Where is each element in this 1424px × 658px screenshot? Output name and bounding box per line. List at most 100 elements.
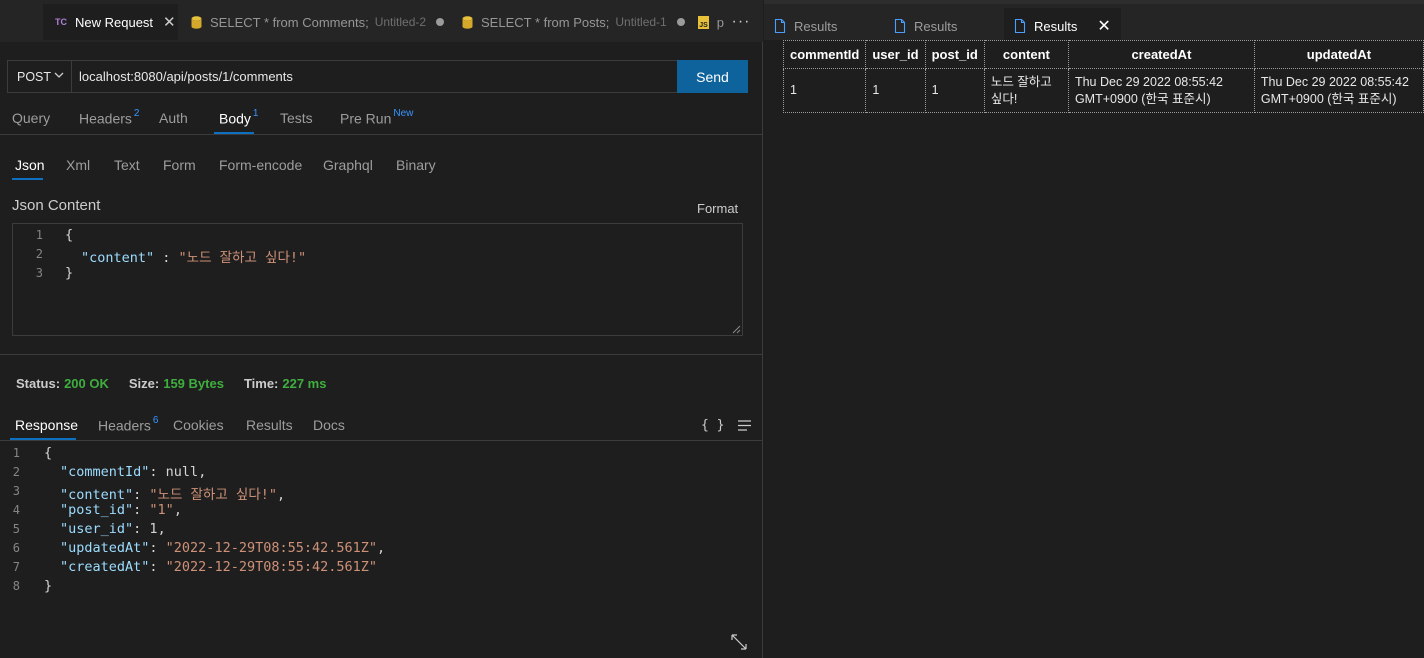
tab-js-file[interactable]: JS p bbox=[686, 4, 724, 40]
editor-tab-bar: TC New Request ✕ SELECT * from Comments;… bbox=[0, 0, 763, 42]
results-panel: Results Results Results ✕ commentId user… bbox=[764, 0, 1424, 658]
code-line: "content" : "노드 잘하고 싶다!" bbox=[81, 250, 307, 266]
database-icon bbox=[462, 15, 473, 29]
code-line: "createdAt": "2022-12-29T08:55:42.561Z" bbox=[60, 559, 377, 575]
url-bar: POST Send bbox=[7, 60, 748, 93]
request-panel: TC New Request ✕ SELECT * from Comments;… bbox=[0, 0, 763, 658]
table-cell: 노드 잘하고 싶다! bbox=[983, 68, 1069, 113]
table-cell: Thu Dec 29 2022 08:55:42 GMT+0900 (한국 표준… bbox=[1067, 68, 1255, 113]
line-number: 5 bbox=[12, 522, 20, 536]
divider bbox=[0, 440, 763, 441]
unsaved-dot-icon[interactable] bbox=[676, 18, 685, 26]
divider bbox=[0, 354, 763, 355]
tab-select-comments[interactable]: SELECT * from Comments; Untitled-2 bbox=[179, 4, 449, 40]
tab-results[interactable]: Results bbox=[246, 417, 293, 433]
tab-label: p bbox=[716, 14, 724, 30]
new-badge: New bbox=[393, 108, 414, 119]
status-value: 200 OK bbox=[64, 376, 109, 391]
close-tab-icon[interactable]: ✕ bbox=[1097, 16, 1110, 36]
word-wrap-icon[interactable] bbox=[737, 419, 752, 432]
code-line: { bbox=[44, 445, 53, 461]
send-button[interactable]: Send bbox=[677, 60, 748, 93]
tab-docs[interactable]: Docs bbox=[313, 417, 345, 433]
tab-response-headers[interactable]: Headers 6 bbox=[98, 415, 159, 434]
tab-results-1[interactable]: Results bbox=[764, 8, 882, 44]
tab-label: New Request bbox=[75, 14, 154, 30]
column-header[interactable]: content bbox=[983, 40, 1069, 69]
headers-count-badge: 2 bbox=[133, 108, 140, 119]
size-label: Size: bbox=[128, 376, 160, 391]
resize-handle-icon[interactable] bbox=[731, 324, 741, 334]
tab-label: Results bbox=[914, 18, 958, 34]
file-icon bbox=[894, 19, 906, 33]
body-type-text[interactable]: Text bbox=[114, 157, 140, 173]
table-header-row: commentId user_id post_id content create… bbox=[782, 40, 1424, 69]
column-header[interactable]: createdAt bbox=[1067, 40, 1255, 69]
time-label: Time: bbox=[243, 376, 279, 391]
tab-query[interactable]: Query bbox=[12, 110, 50, 126]
javascript-file-icon: JS bbox=[698, 15, 709, 29]
line-number: 1 bbox=[12, 446, 20, 460]
column-header[interactable]: commentId bbox=[782, 40, 867, 69]
tab-select-posts[interactable]: SELECT * from Posts; Untitled-1 bbox=[450, 4, 685, 40]
tab-results-3[interactable]: Results ✕ bbox=[1004, 8, 1121, 44]
tab-label: Results bbox=[794, 18, 838, 34]
response-status-bar: Status: 200 OK Size: 159 Bytes Time: 227 ms bbox=[16, 376, 346, 391]
method-label: POST bbox=[17, 69, 52, 84]
line-number: 8 bbox=[12, 579, 20, 593]
braces-icon[interactable]: { } bbox=[701, 418, 724, 433]
line-number: 6 bbox=[12, 541, 20, 555]
file-icon bbox=[774, 19, 786, 33]
unsaved-dot-icon[interactable] bbox=[436, 18, 445, 26]
time-value: 227 ms bbox=[282, 376, 327, 391]
response-headers-count-badge: 6 bbox=[152, 415, 159, 426]
json-body-editor[interactable]: 1 2 3 { "content" : "노드 잘하고 싶다!" } bbox=[12, 223, 743, 336]
divider bbox=[0, 134, 763, 135]
tab-body[interactable]: Body 1 bbox=[219, 108, 258, 127]
code-line: "commentId": null, bbox=[60, 464, 207, 480]
status-label: Status: bbox=[16, 376, 61, 391]
line-number: 7 bbox=[12, 560, 20, 574]
expand-icon[interactable] bbox=[729, 632, 749, 652]
tab-headers[interactable]: Headers 2 bbox=[79, 108, 140, 127]
active-body-type-underline bbox=[12, 178, 43, 180]
tab-label: SELECT * from Comments; bbox=[210, 14, 369, 30]
format-button[interactable]: Format bbox=[697, 201, 738, 216]
tab-pre-run[interactable]: Pre Run New bbox=[340, 108, 414, 127]
body-type-json[interactable]: Json bbox=[15, 157, 45, 173]
code-line: "content": "노드 잘하고 싶다!", bbox=[60, 487, 286, 503]
table-cell: 1 bbox=[924, 68, 985, 113]
url-input[interactable] bbox=[72, 60, 678, 93]
body-type-form[interactable]: Form bbox=[163, 157, 196, 173]
body-type-binary[interactable]: Binary bbox=[396, 157, 436, 173]
column-header[interactable]: post_id bbox=[924, 40, 985, 69]
tab-subtitle: Untitled-2 bbox=[374, 15, 427, 29]
body-type-graphql[interactable]: Graphql bbox=[323, 157, 373, 173]
line-number: 2 bbox=[35, 247, 43, 261]
tab-label: SELECT * from Posts; bbox=[481, 14, 610, 30]
tab-new-request[interactable]: TC New Request ✕ bbox=[43, 4, 178, 40]
tab-label: Results bbox=[1034, 18, 1078, 34]
code-line: "updatedAt": "2022-12-29T08:55:42.561Z", bbox=[60, 540, 386, 556]
table-row[interactable]: 1 1 1 노드 잘하고 싶다! Thu Dec 29 2022 08:55:4… bbox=[782, 68, 1424, 113]
query-results-table: commentId user_id post_id content create… bbox=[782, 40, 1424, 113]
body-type-form-encode[interactable]: Form-encode bbox=[219, 157, 302, 173]
more-actions-icon[interactable]: ··· bbox=[724, 4, 758, 40]
line-number: 1 bbox=[35, 228, 43, 242]
body-type-xml[interactable]: Xml bbox=[66, 157, 90, 173]
method-select[interactable]: POST bbox=[7, 60, 72, 93]
database-icon bbox=[191, 15, 202, 29]
tab-tests[interactable]: Tests bbox=[280, 110, 313, 126]
close-tab-icon[interactable]: ✕ bbox=[163, 13, 176, 31]
tab-results-2[interactable]: Results bbox=[884, 8, 1002, 44]
tab-auth[interactable]: Auth bbox=[159, 110, 188, 126]
tab-cookies[interactable]: Cookies bbox=[173, 417, 224, 433]
line-number: 3 bbox=[35, 266, 43, 280]
table-cell: 1 bbox=[782, 68, 867, 113]
code-line: "user_id": 1, bbox=[60, 521, 166, 537]
tab-response[interactable]: Response bbox=[15, 417, 78, 433]
code-line: } bbox=[44, 578, 53, 594]
column-header[interactable]: user_id bbox=[865, 40, 926, 69]
column-header[interactable]: updatedAt bbox=[1253, 40, 1424, 69]
code-line: { bbox=[65, 227, 74, 243]
